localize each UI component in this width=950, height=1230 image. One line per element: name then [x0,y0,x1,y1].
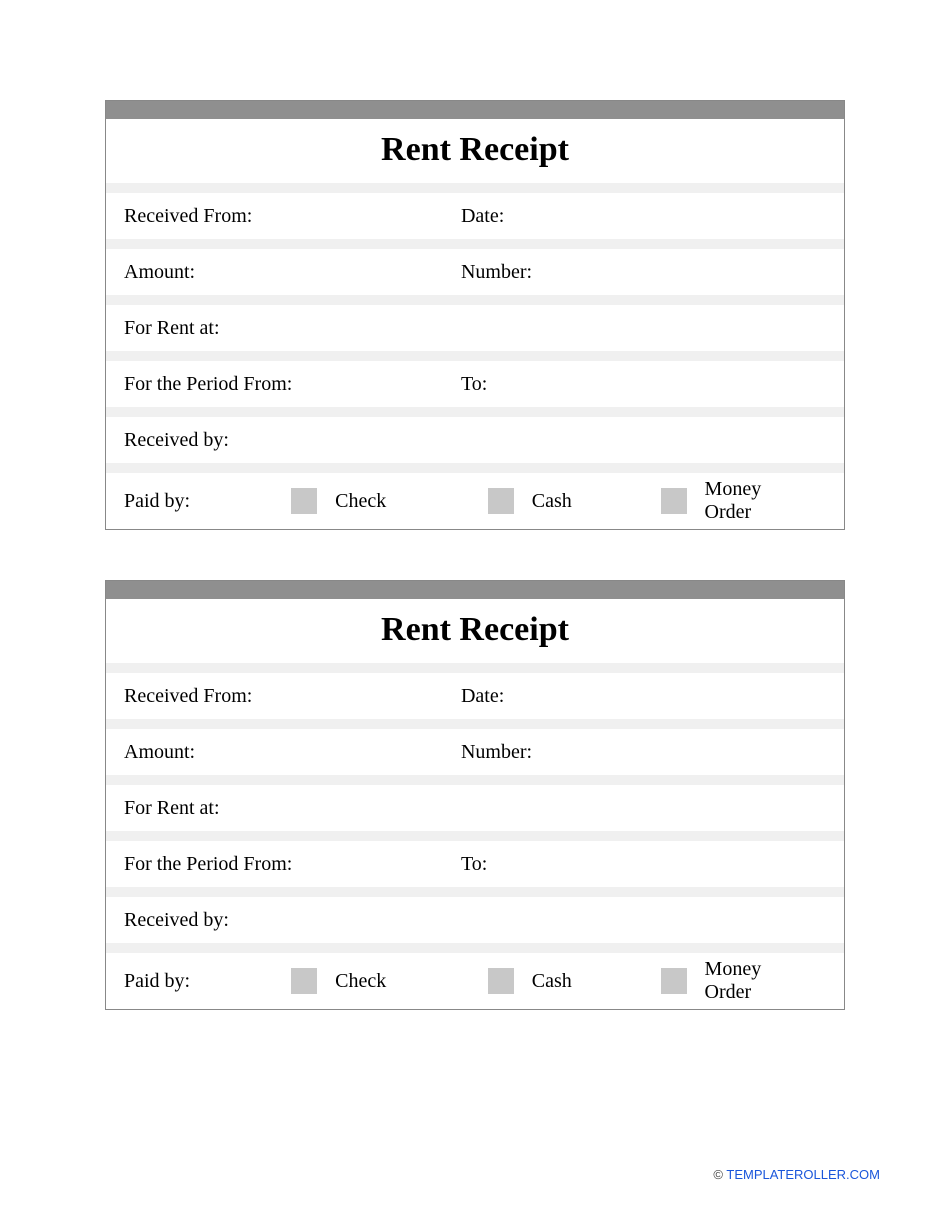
label-for-rent-at: For Rent at: [124,317,461,340]
label-received-from: Received From: [124,685,461,708]
row-divider [106,775,844,785]
row-received-from: Received From: Date: [106,673,844,719]
row-paid-by: Paid by: Check Cash Money Order [106,473,844,529]
rent-receipt-2: Rent Receipt Received From: Date: Amount… [105,580,845,1010]
receipt-top-bar [106,101,844,119]
label-date: Date: [461,685,826,708]
checkbox-cash[interactable] [488,968,514,994]
receipt-title: Rent Receipt [106,131,844,169]
title-row: Rent Receipt [106,119,844,183]
row-divider [106,239,844,249]
payment-option-money-order: Money Order [661,958,806,1004]
checkbox-money-order[interactable] [661,968,687,994]
row-for-rent-at: For Rent at: [106,785,844,831]
label-date: Date: [461,205,826,228]
checkbox-check[interactable] [291,968,317,994]
label-cash: Cash [532,490,572,513]
row-divider [106,295,844,305]
row-divider [106,351,844,361]
label-check: Check [335,490,386,513]
label-period-from: For the Period From: [124,853,461,876]
copyright-symbol: © [713,1167,723,1182]
row-paid-by: Paid by: Check Cash Money Order [106,953,844,1009]
label-period-from: For the Period From: [124,373,461,396]
row-divider [106,943,844,953]
label-period-to: To: [461,853,826,876]
label-cash: Cash [532,970,572,993]
row-divider [106,183,844,193]
payment-option-cash: Cash [488,968,641,994]
footer: © TEMPLATEROLLER.COM [713,1167,880,1182]
row-received-by: Received by: [106,897,844,943]
payment-option-check: Check [291,488,468,514]
label-amount: Amount: [124,741,461,764]
row-for-rent-at: For Rent at: [106,305,844,351]
row-period: For the Period From: To: [106,361,844,407]
page: Rent Receipt Received From: Date: Amount… [0,0,950,1010]
receipt-top-bar [106,581,844,599]
row-amount: Amount: Number: [106,729,844,775]
title-row: Rent Receipt [106,599,844,663]
payment-option-check: Check [291,968,468,994]
row-divider [106,887,844,897]
label-period-to: To: [461,373,826,396]
label-received-by: Received by: [124,909,461,932]
rent-receipt-1: Rent Receipt Received From: Date: Amount… [105,100,845,530]
label-for-rent-at: For Rent at: [124,797,461,820]
label-received-from: Received From: [124,205,461,228]
label-received-by: Received by: [124,429,461,452]
label-paid-by: Paid by: [124,490,291,513]
row-amount: Amount: Number: [106,249,844,295]
label-number: Number: [461,261,826,284]
label-number: Number: [461,741,826,764]
footer-link[interactable]: TEMPLATEROLLER.COM [726,1167,880,1182]
row-period: For the Period From: To: [106,841,844,887]
row-divider [106,719,844,729]
row-received-by: Received by: [106,417,844,463]
checkbox-cash[interactable] [488,488,514,514]
row-divider [106,407,844,417]
label-check: Check [335,970,386,993]
checkbox-check[interactable] [291,488,317,514]
row-received-from: Received From: Date: [106,193,844,239]
label-money-order: Money Order [705,478,806,524]
row-divider [106,831,844,841]
receipt-title: Rent Receipt [106,611,844,649]
row-divider [106,663,844,673]
row-divider [106,463,844,473]
payment-option-money-order: Money Order [661,478,806,524]
label-paid-by: Paid by: [124,970,291,993]
checkbox-money-order[interactable] [661,488,687,514]
label-amount: Amount: [124,261,461,284]
payment-option-cash: Cash [488,488,641,514]
label-money-order: Money Order [705,958,806,1004]
